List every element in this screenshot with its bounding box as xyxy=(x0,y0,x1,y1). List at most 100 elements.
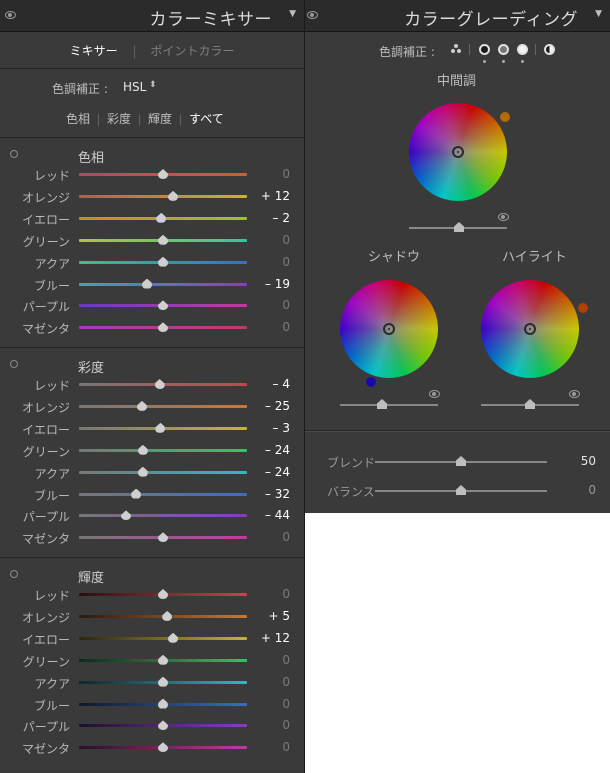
section-divider xyxy=(0,137,304,138)
shadows-color-wheel[interactable] xyxy=(340,280,438,378)
tab-point-color[interactable]: ポイントカラー xyxy=(150,44,234,58)
slider-value[interactable]: 0 xyxy=(250,653,290,667)
collapse-triangle-icon[interactable]: ▼ xyxy=(289,9,296,19)
global-circle-icon[interactable] xyxy=(544,44,555,55)
slider-value[interactable]: – 24 xyxy=(250,465,290,479)
section-title: 色相 xyxy=(78,151,105,166)
balance-value[interactable]: 0 xyxy=(588,483,596,497)
slider-label: アクア xyxy=(34,466,70,481)
slider-value[interactable]: 0 xyxy=(250,167,290,181)
shadows-luminance-slider[interactable] xyxy=(340,404,438,406)
slider-value[interactable]: – 32 xyxy=(250,487,290,501)
slider-label: ブルー xyxy=(33,488,70,503)
wheel-center-target[interactable] xyxy=(383,323,395,335)
subtab-hue[interactable]: 色相 xyxy=(66,112,90,126)
midtones-color-wheel[interactable] xyxy=(409,103,507,201)
slider-value[interactable]: 0 xyxy=(250,697,290,711)
slider-value[interactable]: – 44 xyxy=(250,508,290,522)
shadow-circle-icon[interactable] xyxy=(479,44,490,55)
target-adjust-icon[interactable] xyxy=(10,150,18,158)
slider-label: パープル xyxy=(22,720,70,735)
slider-label: アクア xyxy=(34,676,70,691)
slider-label: マゼンタ xyxy=(21,742,70,757)
slider-value[interactable]: 0 xyxy=(250,587,290,601)
slider-value[interactable]: – 3 xyxy=(250,421,290,435)
stepper-icon[interactable]: ⬍ xyxy=(149,80,157,90)
color-mixer-title: カラーミキサー xyxy=(149,10,272,30)
slider-value[interactable]: 0 xyxy=(250,255,290,269)
slider-track[interactable] xyxy=(79,636,247,640)
slider-value[interactable]: + 12 xyxy=(250,631,290,645)
slider-value[interactable]: 0 xyxy=(250,675,290,689)
slider-value[interactable]: – 24 xyxy=(250,443,290,457)
slider-value[interactable]: + 12 xyxy=(250,189,290,203)
slider-value[interactable]: + 5 xyxy=(250,609,290,623)
slider-label: オレンジ xyxy=(21,190,70,205)
slider-label: マゼンタ xyxy=(21,532,70,547)
grading-adjust-label: 色調補正 : xyxy=(379,45,435,59)
slider-track[interactable] xyxy=(79,282,247,286)
slider-label: パープル xyxy=(22,300,70,315)
slider-value[interactable]: 0 xyxy=(250,233,290,247)
slider-track[interactable] xyxy=(79,470,247,474)
midtones-hue-handle[interactable] xyxy=(500,112,510,122)
slider-value[interactable]: – 19 xyxy=(250,277,290,291)
eye-icon[interactable] xyxy=(498,213,509,221)
color-grading-panel: カラーグレーディング ▼ 色調補正 : 中間調 シャドウ ハイライト ブレンド … xyxy=(305,0,610,513)
color-grading-title: カラーグレーディング xyxy=(404,10,578,30)
slider-value[interactable]: 0 xyxy=(250,718,290,732)
slider-value[interactable]: – 2 xyxy=(250,211,290,225)
color-mixer-header[interactable]: カラーミキサー ▼ xyxy=(0,0,304,32)
subtab-bar: 色相 彩度 輝度 すべて xyxy=(66,110,224,127)
subtab-luminance[interactable]: 輝度 xyxy=(148,112,172,126)
slider-value[interactable]: 0 xyxy=(250,740,290,754)
slider-label: オレンジ xyxy=(21,610,70,625)
subtab-divider xyxy=(98,113,100,126)
mode-divider xyxy=(469,44,470,55)
highlights-hue-handle[interactable] xyxy=(578,303,588,313)
eye-icon[interactable] xyxy=(5,11,16,19)
slider-value[interactable]: 0 xyxy=(250,298,290,312)
slider-track[interactable] xyxy=(79,194,247,198)
slider-label: イエロー xyxy=(22,212,70,227)
eye-icon[interactable] xyxy=(569,390,580,398)
highlights-color-wheel[interactable] xyxy=(481,280,579,378)
color-grading-header[interactable]: カラーグレーディング ▼ xyxy=(305,0,610,32)
balance-label: バランス xyxy=(327,485,375,499)
section-title: 彩度 xyxy=(78,361,105,376)
slider-label: ブルー xyxy=(33,698,70,713)
subtab-saturation[interactable]: 彩度 xyxy=(107,112,131,126)
slider-label: グリーン xyxy=(22,234,70,249)
slider-value[interactable]: 0 xyxy=(250,320,290,334)
highlight-circle-icon[interactable] xyxy=(517,44,528,55)
slider-value[interactable]: – 25 xyxy=(250,399,290,413)
target-adjust-icon[interactable] xyxy=(10,570,18,578)
wheel-center-target[interactable] xyxy=(452,146,464,158)
mode-divider xyxy=(535,44,536,55)
slider-label: グリーン xyxy=(22,444,70,459)
blend-value[interactable]: 50 xyxy=(581,454,596,468)
wheel-center-target[interactable] xyxy=(524,323,536,335)
three-circles-icon[interactable] xyxy=(451,44,462,55)
subtab-all[interactable]: すべて xyxy=(189,112,224,126)
slider-track[interactable] xyxy=(79,404,247,408)
tab-mixer[interactable]: ミキサー xyxy=(70,44,118,58)
slider-track[interactable] xyxy=(79,514,247,518)
pip-indicator xyxy=(521,60,524,63)
slider-track[interactable] xyxy=(79,492,247,496)
slider-label: オレンジ xyxy=(21,400,70,415)
slider-track[interactable] xyxy=(79,448,247,452)
section-divider xyxy=(0,347,304,348)
adjust-select[interactable]: HSL xyxy=(123,80,146,94)
blend-label: ブレンド xyxy=(327,456,376,470)
midtone-circle-icon[interactable] xyxy=(498,44,509,55)
target-adjust-icon[interactable] xyxy=(10,360,18,368)
slider-value[interactable]: 0 xyxy=(250,530,290,544)
shadows-hue-handle[interactable] xyxy=(366,377,376,387)
collapse-triangle-icon[interactable]: ▼ xyxy=(595,9,602,19)
eye-icon[interactable] xyxy=(429,390,440,398)
pip-indicator xyxy=(483,60,486,63)
eye-icon[interactable] xyxy=(307,11,318,19)
section-divider xyxy=(0,557,304,558)
slider-value[interactable]: – 4 xyxy=(250,377,290,391)
